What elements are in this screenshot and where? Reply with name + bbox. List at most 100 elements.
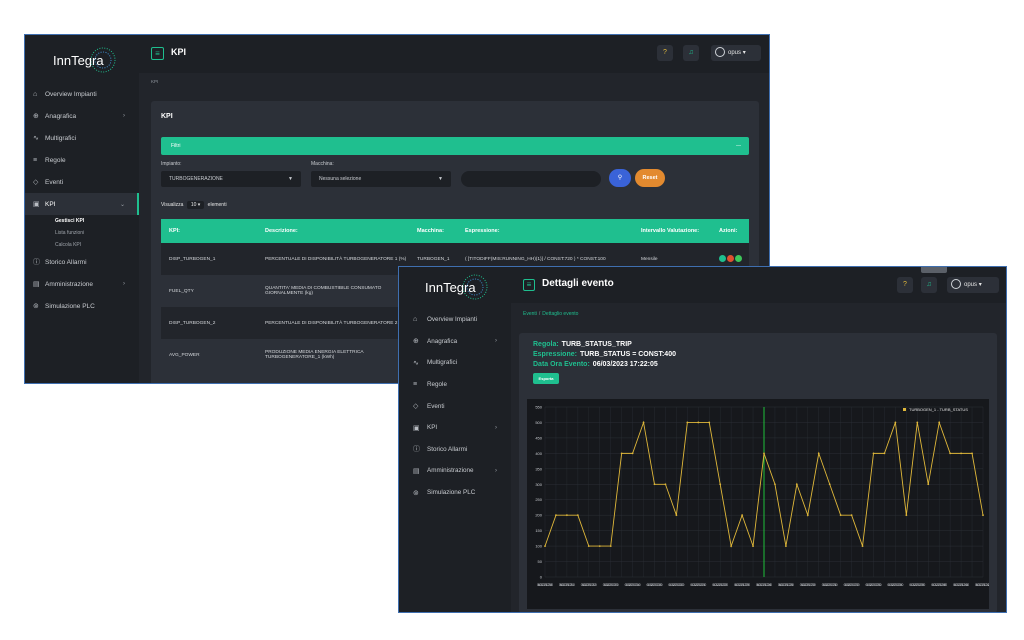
user-menu[interactable]: opus ▾	[947, 277, 999, 293]
sidebar: InnTegra ⌂ Overview Impianti ⊕ Anagrafica › ∿…	[25, 35, 139, 383]
page-size-row: Visualizza 10 ▾ elementi	[161, 201, 227, 209]
header-intervallo[interactable]: Intervallo Valutazione:	[633, 219, 711, 243]
sidebar-item-eventi[interactable]: ◇ Eventi	[25, 171, 139, 193]
x-tick-label: 06-03-2023 17:22:30	[734, 583, 750, 587]
x-tick-label: 06-03-2023 17:24:00	[931, 583, 947, 587]
x-tick-label: 06-03-2023 17:22:10	[690, 583, 706, 587]
window-resize-handle[interactable]	[921, 267, 947, 273]
hamburger-icon[interactable]: ≡	[151, 47, 164, 60]
help-button[interactable]: ?	[657, 45, 673, 61]
data-point	[872, 452, 875, 455]
data-point	[916, 421, 919, 424]
y-tick-label: 500	[535, 420, 542, 425]
x-tick-label: 06-03-2023 17:24:10	[953, 583, 969, 587]
top-bar: ≡ KPI ? ♫ opus ▾	[139, 35, 769, 73]
show-suffix: elementi	[207, 202, 227, 208]
data-point	[741, 514, 743, 517]
user-menu[interactable]: opus ▾	[711, 45, 761, 61]
search-input[interactable]	[461, 171, 601, 187]
filters-bar[interactable]: Filtri —	[161, 137, 749, 155]
data-point	[697, 421, 700, 424]
cell-kpi: AVG_POWER	[161, 339, 257, 371]
data-point	[795, 483, 798, 486]
layers-icon: ◇	[413, 403, 419, 411]
macchina-value: Nessuna selezione	[319, 176, 362, 182]
data-point	[927, 483, 930, 486]
sidebar-item-overview-impianti[interactable]: ⌂ Overview Impianti	[25, 83, 139, 105]
sidebar-item-simulazione-plc[interactable]: ⊚ Simulazione PLC	[399, 482, 511, 504]
hamburger-icon[interactable]: ≡	[523, 279, 535, 291]
help-button[interactable]: ?	[897, 277, 913, 293]
sidebar-item-label: Overview Impianti	[427, 316, 478, 324]
sidebar-item-kpi[interactable]: ▣ KPI ›	[399, 417, 511, 439]
header-espressione[interactable]: Espressione:	[457, 219, 633, 243]
sidebar-item-storico-allarmi[interactable]: ⓘ Storico Allarmi	[399, 439, 511, 461]
search-button[interactable]: ⚲	[609, 169, 631, 187]
cell-kpi: DISP_TURBOGEN_1	[161, 243, 257, 275]
sidebar-item-kpi[interactable]: ▣ KPI ⌄	[25, 193, 139, 215]
sidebar-item-multigrafici[interactable]: ∿ Multigrafici	[399, 352, 511, 374]
layers-icon: ◇	[33, 179, 39, 186]
cell-kpi: DISP_TURBOGEN_2	[161, 307, 257, 339]
regola-value: TURB_STATUS_TRIP	[561, 341, 632, 348]
reset-button[interactable]: Reset	[635, 169, 665, 187]
export-button[interactable]: Esporta	[533, 373, 559, 384]
data-point	[806, 514, 809, 517]
sidebar-subitem-calcola-kpi[interactable]: Calcola KPI	[25, 239, 139, 251]
sidebar-item-multigrafici[interactable]: ∿ Multigrafici	[25, 127, 139, 149]
bell-icon[interactable]: ♫	[683, 45, 699, 61]
chevron-right-icon: ›	[123, 113, 125, 119]
bell-icon[interactable]: ♫	[921, 277, 937, 293]
page-size-select[interactable]: 10 ▾	[186, 201, 205, 209]
sidebar-item-regole[interactable]: ≡ Regole	[25, 149, 139, 171]
data-ora-line: Data Ora Evento: 06/03/2023 17:22:05	[533, 361, 658, 368]
impianto-select[interactable]: TURBOGENERAZIONE ▼	[161, 171, 301, 187]
home-icon: ⌂	[413, 316, 418, 324]
sidebar-item-label: KPI	[45, 200, 56, 208]
data-point	[763, 452, 765, 455]
espressione-label: Espressione:	[533, 351, 577, 358]
sidebar-item-label: Storico Allarmi	[427, 445, 468, 453]
sidebar-subitem-lista-funzioni[interactable]: Lista funzioni	[25, 227, 139, 239]
avatar	[951, 279, 961, 290]
x-tick-label: 06-03-2023 17:22:00	[668, 583, 684, 587]
data-point	[576, 514, 579, 517]
macchina-select[interactable]: Nessuna selezione ▼	[311, 171, 451, 187]
collapse-icon[interactable]: —	[736, 137, 741, 155]
delete-icon[interactable]	[727, 254, 734, 262]
page-title: Dettagli evento	[542, 278, 614, 289]
sidebar-subitem-gestisci-kpi[interactable]: Gestisci KPI	[25, 215, 139, 227]
filters-label: Filtri	[171, 143, 181, 149]
sidebar-item-label: Amministrazione	[427, 467, 474, 475]
sidebar-item-amministrazione[interactable]: ▤ Amministrazione ›	[399, 460, 511, 482]
sidebar-item-regole[interactable]: ≡ Regole	[399, 374, 511, 396]
edit-icon[interactable]	[719, 254, 726, 262]
data-point	[938, 421, 941, 424]
kpi-icon: ▣	[33, 201, 40, 208]
sliders-icon: ≡	[413, 381, 418, 389]
header-kpi[interactable]: KPI:	[161, 219, 257, 243]
breadcrumb-eventi[interactable]: Eventi	[523, 311, 537, 317]
data-point	[905, 514, 908, 517]
breadcrumb-separator: /	[538, 311, 541, 317]
legend-label: TURBOGEN_1 - TURB_STATUS	[909, 407, 968, 412]
sidebar-item-overview-impianti[interactable]: ⌂ Overview Impianti	[399, 309, 511, 331]
sidebar-item-anagrafica[interactable]: ⊕ Anagrafica ›	[399, 331, 511, 353]
x-tick-label: 06-03-2023 17:21:20	[581, 583, 597, 587]
breadcrumb[interactable]: KPI	[151, 79, 158, 84]
sidebar-item-anagrafica[interactable]: ⊕ Anagrafica ›	[25, 105, 139, 127]
espressione-value: TURB_STATUS = CONST:400	[579, 351, 676, 358]
data-point	[883, 452, 886, 455]
header-descrizione[interactable]: Descrizione:	[257, 219, 409, 243]
sidebar-item-simulazione-plc[interactable]: ⊚ Simulazione PLC	[25, 295, 139, 317]
sidebar-item-label: Eventi	[427, 402, 445, 410]
x-tick-label: 06-03-2023 17:23:30	[866, 583, 882, 587]
header-macchina[interactable]: Macchina:	[409, 219, 457, 243]
data-point	[894, 421, 897, 424]
sidebar-item-eventi[interactable]: ◇ Eventi	[399, 395, 511, 417]
data-ora-value: 06/03/2023 17:22:05	[592, 361, 658, 368]
view-icon[interactable]	[735, 254, 742, 262]
sidebar-item-storico-allarmi[interactable]: ⓘ Storico Allarmi	[25, 251, 139, 273]
sidebar-item-amministrazione[interactable]: ▤ Amministrazione ›	[25, 273, 139, 295]
sidebar-item-label: Eventi	[45, 178, 64, 186]
